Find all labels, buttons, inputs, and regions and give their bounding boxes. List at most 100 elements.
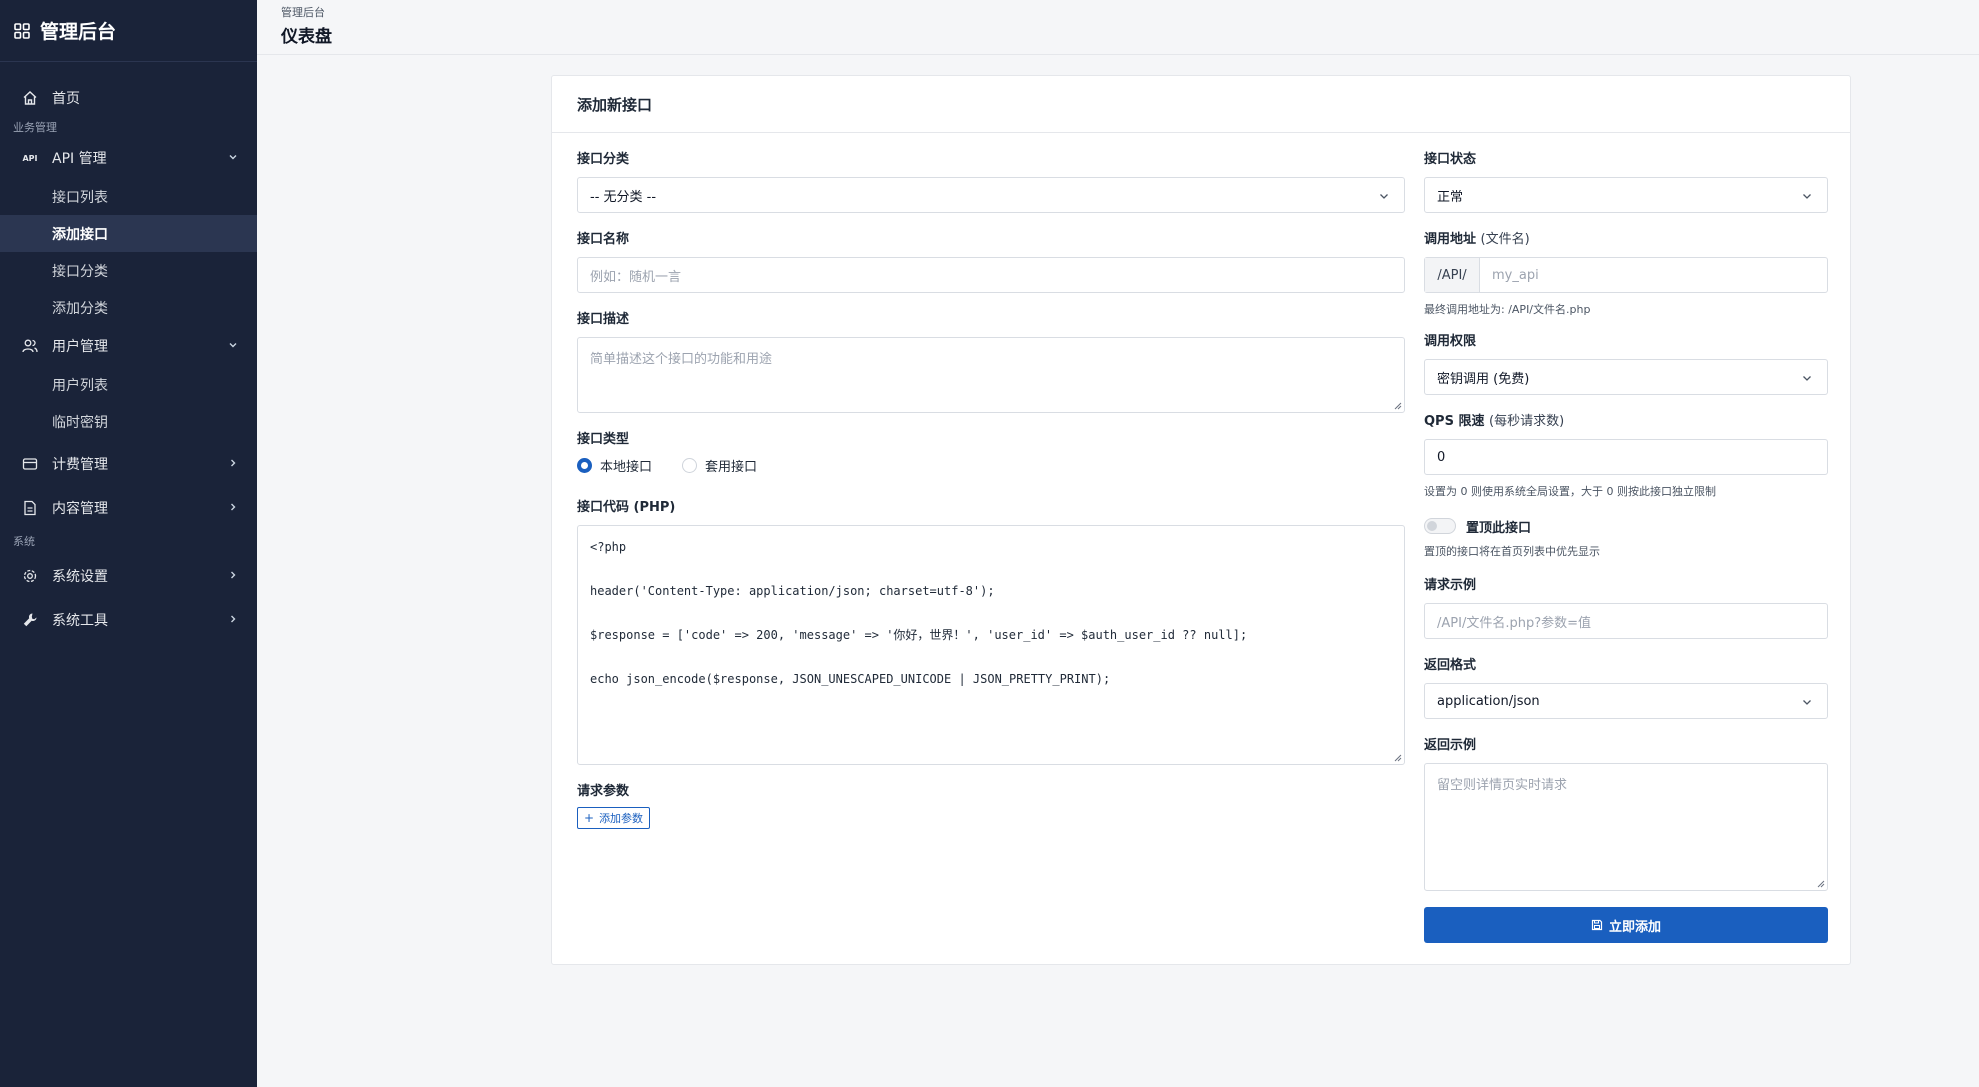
resize-handle-icon[interactable] [1394, 402, 1402, 410]
brand-title: 管理后台 [40, 21, 117, 43]
home-icon [22, 90, 38, 106]
nav-tools[interactable]: 系统工具 [0, 600, 257, 640]
url-input-placeholder: my_api [1492, 267, 1539, 283]
format-select-value: application/json [1437, 693, 1540, 709]
nav-user-list[interactable]: 用户列表 [0, 366, 257, 403]
url-input[interactable]: my_api [1480, 258, 1827, 292]
nav-section-business: 业务管理 [13, 121, 57, 134]
return-textarea[interactable]: 留空则详情页实时请求 [1424, 763, 1828, 891]
nav-section-system: 系统 [13, 535, 35, 548]
url-label-hint: (文件名) [1480, 232, 1530, 247]
category-select[interactable]: -- 无分类 -- [577, 177, 1405, 213]
nav-settings[interactable]: 系统设置 [0, 556, 257, 596]
plus-icon: + [584, 811, 595, 825]
return-label: 返回示例 [1424, 738, 1477, 753]
desc-textarea[interactable]: 简单描述这个接口的功能和用途 [577, 337, 1405, 413]
url-label-text: 调用地址 [1424, 232, 1477, 247]
category-select-value: -- 无分类 -- [590, 189, 657, 205]
nav-api-add-category[interactable]: 添加分类 [0, 289, 257, 326]
chevron-right-icon [231, 615, 236, 623]
name-input[interactable]: 例如：随机一言 [577, 257, 1405, 293]
radio-unchecked-icon [682, 457, 698, 473]
pin-label: 置顶此接口 [1466, 520, 1532, 536]
chevron-down-icon [1380, 194, 1388, 199]
nav-api-list[interactable]: 接口列表 [0, 178, 257, 215]
nav-home[interactable]: 首页 [0, 78, 257, 118]
form-right-column: 接口状态 正常 调用地址 (文件名) /API/ my_api 最终调用地址为:… [1424, 151, 1828, 943]
nav-api-label: API 管理 [52, 151, 107, 167]
url-input-group: /API/ my_api [1424, 257, 1828, 293]
example-input[interactable]: /API/文件名.php?参数=值 [1424, 603, 1828, 639]
chevron-down-icon [229, 155, 237, 160]
qps-label: QPS 限速 (每秒请求数) [1424, 413, 1828, 431]
example-input-placeholder: /API/文件名.php?参数=值 [1437, 615, 1591, 631]
nav-content-label: 内容管理 [52, 501, 108, 517]
page-title: 仪表盘 [281, 27, 332, 47]
nav-temp-keys[interactable]: 临时密钥 [0, 403, 257, 440]
status-select-value: 正常 [1437, 189, 1464, 205]
desc-textarea-placeholder: 简单描述这个接口的功能和用途 [590, 352, 773, 367]
nav-settings-label: 系统设置 [52, 569, 108, 585]
qps-label-text: QPS 限速 [1424, 414, 1485, 429]
grid-icon [14, 22, 30, 39]
nav-api-category[interactable]: 接口分类 [0, 252, 257, 289]
nav-user-management[interactable]: 用户管理 [0, 326, 257, 366]
chevron-right-icon [231, 503, 236, 511]
chevron-down-icon [1803, 376, 1811, 381]
type-radio-proxy-label: 套用接口 [705, 459, 758, 475]
chevron-down-icon [229, 343, 237, 348]
qps-input-value: 0 [1437, 449, 1446, 465]
perm-label: 调用权限 [1424, 334, 1477, 349]
brand[interactable]: 管理后台 [0, 0, 257, 62]
format-label: 返回格式 [1424, 658, 1477, 673]
perm-select-value: 密钥调用 (免费) [1437, 371, 1530, 387]
type-label: 接口类型 [577, 432, 630, 447]
nav-menu: 首页 业务管理 API API 管理 接口列表 添加接口 接口分类 添加分类 用… [0, 62, 257, 640]
type-radio-local[interactable]: 本地接口 [577, 456, 652, 475]
qps-help-text: 设置为 0 则使用系统全局设置，大于 0 则按此接口独立限制 [1424, 485, 1716, 498]
name-label: 接口名称 [577, 232, 630, 247]
chevron-right-icon [231, 459, 236, 467]
add-param-label: 添加参数 [599, 812, 644, 825]
status-select[interactable]: 正常 [1424, 177, 1828, 213]
radio-checked-icon [577, 457, 592, 473]
card-title: 添加新接口 [552, 76, 1850, 133]
credit-card-icon [22, 456, 38, 472]
nav-billing-label: 计费管理 [52, 457, 108, 473]
perm-select[interactable]: 密钥调用 (免费) [1424, 359, 1828, 395]
pin-toggle[interactable] [1424, 518, 1456, 534]
resize-handle-icon[interactable] [1394, 754, 1402, 762]
add-api-card: 添加新接口 接口分类 -- 无分类 -- 接口名称 例如：随机一言 接口描述 简… [551, 75, 1851, 965]
users-icon [22, 338, 38, 354]
nav-api-add[interactable]: 添加接口 [0, 215, 257, 252]
url-label: 调用地址 (文件名) [1424, 231, 1828, 249]
pin-help-text: 置顶的接口将在首页列表中优先显示 [1424, 545, 1600, 558]
nav-home-label: 首页 [52, 91, 80, 107]
resize-handle-icon[interactable] [1817, 880, 1825, 888]
submit-button[interactable]: 立即添加 [1424, 907, 1828, 943]
code-line: $response = ['code' => 200, 'message' =>… [590, 628, 1248, 642]
url-help-text: 最终调用地址为: /API/文件名.php [1424, 303, 1591, 316]
save-icon [1591, 919, 1603, 931]
code-editor[interactable]: <?php header('Content-Type: application/… [577, 525, 1405, 765]
nav-billing[interactable]: 计费管理 [0, 444, 257, 484]
qps-input[interactable]: 0 [1424, 439, 1828, 475]
nav-api-management[interactable]: API API 管理 [0, 138, 257, 178]
code-line: <?php [590, 540, 627, 554]
example-label: 请求示例 [1424, 578, 1477, 593]
code-line: echo json_encode($response, JSON_UNESCAP… [590, 672, 1111, 686]
breadcrumb[interactable]: 管理后台 [281, 4, 1979, 20]
nav-content[interactable]: 内容管理 [0, 488, 257, 528]
format-select[interactable]: application/json [1424, 683, 1828, 719]
type-radio-group: 本地接口 套用接口 [577, 455, 1405, 475]
add-param-button[interactable]: + 添加参数 [577, 807, 651, 829]
sidebar: 管理后台 首页 业务管理 API API 管理 接口列表 添加接口 接口分类 添… [0, 0, 257, 1087]
gear-icon [22, 568, 38, 584]
form-left-column: 接口分类 -- 无分类 -- 接口名称 例如：随机一言 接口描述 简单描述这个接… [577, 151, 1405, 829]
document-icon [22, 500, 38, 516]
type-radio-proxy[interactable]: 套用接口 [682, 456, 757, 475]
type-radio-local-label: 本地接口 [600, 459, 653, 475]
chevron-down-icon [1803, 194, 1811, 199]
